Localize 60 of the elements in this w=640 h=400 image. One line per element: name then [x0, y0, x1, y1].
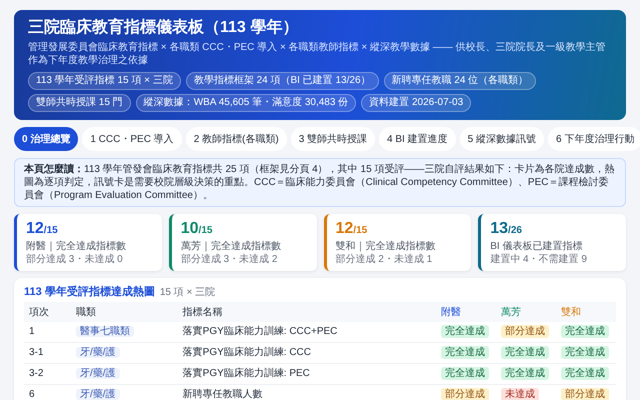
- category-tag: 牙/藥/護: [76, 389, 120, 400]
- table-cell: 落實PGY臨床能力訓練: CCC+PEC: [178, 322, 436, 342]
- stat-value: 10/15: [180, 219, 214, 239]
- status-badge: 部分達成: [501, 325, 549, 338]
- tab[interactable]: 1 CCC・PEC 導入: [82, 127, 182, 151]
- info-pill: 教學指標框架 24 項（BI 已建置 13/26）: [186, 72, 379, 90]
- tab[interactable]: 6 下年度治理行動: [548, 127, 640, 151]
- heatmap-subtitle: 15 項 × 三院: [160, 286, 216, 299]
- category-tag: 牙/藥/護: [76, 347, 120, 358]
- tab[interactable]: 2 教師指標(各職類): [186, 127, 287, 151]
- heatmap-title: 113 學年受評指標達成熱圖: [24, 284, 155, 299]
- category-tag: 牙/藥/護: [76, 368, 120, 379]
- table-cell: 1: [24, 322, 72, 342]
- stat-detail: 部分達成 3・未達成 2: [180, 253, 278, 266]
- column-header: 職類: [71, 302, 178, 322]
- tab[interactable]: 4 BI 建置進度: [379, 127, 456, 151]
- reading-guide-note: 本頁怎麼讀：113 學年管發會臨床教育指標共 25 項（框架見分頁 4），其中 15 項受評——三院自評結果如下：卡片為各院達成數，熱圖為逐項判定，訊號卡是需要校院層級決策的重點。CCC＝臨床能力委員會（Clinical Competency Committee）、PEC＝課程檢討委員會（Program Evaluation Committee）。: [14, 158, 626, 207]
- info-pill: 雙師共時授課 15 門: [28, 94, 131, 112]
- column-header: 雙和: [556, 302, 616, 322]
- column-header: 附醫: [436, 302, 496, 322]
- status-badge: 完全達成: [561, 346, 609, 359]
- table-cell: 落實PGY臨床能力訓練: CCC: [178, 342, 436, 364]
- stat-detail: 建置中 4・不需建置 9: [490, 253, 588, 266]
- column-header: 萬芳: [496, 302, 556, 322]
- status-badge: 完全達成: [501, 367, 549, 380]
- table-cell: 新聘專任教職人數: [178, 384, 436, 400]
- status-badge: 部分達成: [441, 388, 489, 400]
- tab[interactable]: 0 治理總覽: [14, 127, 78, 151]
- stat-value: 12/15: [336, 219, 368, 239]
- table-cell: 3-2: [24, 364, 72, 384]
- column-header: 項次: [24, 302, 72, 322]
- stat-value: 12/15: [26, 219, 59, 239]
- stat-label: 萬芳｜完全達成指標數: [180, 240, 282, 253]
- status-badge: 完全達成: [441, 367, 489, 380]
- info-pill: 新聘專任教職 24 位（各職類）: [384, 72, 536, 90]
- table-cell: 6: [24, 384, 72, 400]
- category-tag: 醫事七職類: [76, 326, 134, 337]
- stat-value: 13/26: [490, 219, 523, 239]
- status-badge: 完全達成: [441, 346, 489, 359]
- column-header: 指標名稱: [178, 302, 436, 322]
- stat-detail: 部分達成 3・未達成 0: [26, 253, 124, 266]
- dashboard-subtitle: 管理發展委員會臨床教育指標 × 各職類 CCC・PEC 導入 × 各職類教師指標 × 縱深教學數據 —— 供校長、三院院長及一級教學主管作為下年度教學治理之依據: [28, 41, 607, 67]
- stat-label: BI 儀表板已建置指標: [490, 240, 584, 253]
- status-badge: 完全達成: [561, 367, 609, 380]
- tab[interactable]: 5 縱深數據訊號: [460, 127, 544, 151]
- tab[interactable]: 3 雙師共時授課: [290, 127, 376, 151]
- info-pill: 113 學年受評指標 15 項 × 三院: [28, 72, 181, 90]
- status-badge: 完全達成: [441, 325, 489, 338]
- info-pill: 縱深數據：WBA 45,605 筆・滿意度 30,483 份: [136, 94, 356, 112]
- stat-label: 雙和｜完全達成指標數: [336, 240, 436, 253]
- status-badge: 完全達成: [501, 346, 549, 359]
- table-cell: 落實PGY臨床能力訓練: PEC: [178, 364, 436, 384]
- status-badge: 未達成: [501, 388, 539, 400]
- dashboard-title: 三院臨床教育指標儀表板（113 學年）: [28, 18, 300, 38]
- status-badge: 部分達成: [561, 388, 609, 400]
- stat-label: 附醫｜完全達成指標數: [26, 240, 127, 253]
- table-cell: 3-1: [24, 342, 72, 364]
- info-pill: 資料建置 2026-07-03: [361, 94, 472, 112]
- stat-detail: 部分達成 2・未達成 1: [336, 253, 434, 266]
- status-badge: 完全達成: [561, 325, 609, 338]
